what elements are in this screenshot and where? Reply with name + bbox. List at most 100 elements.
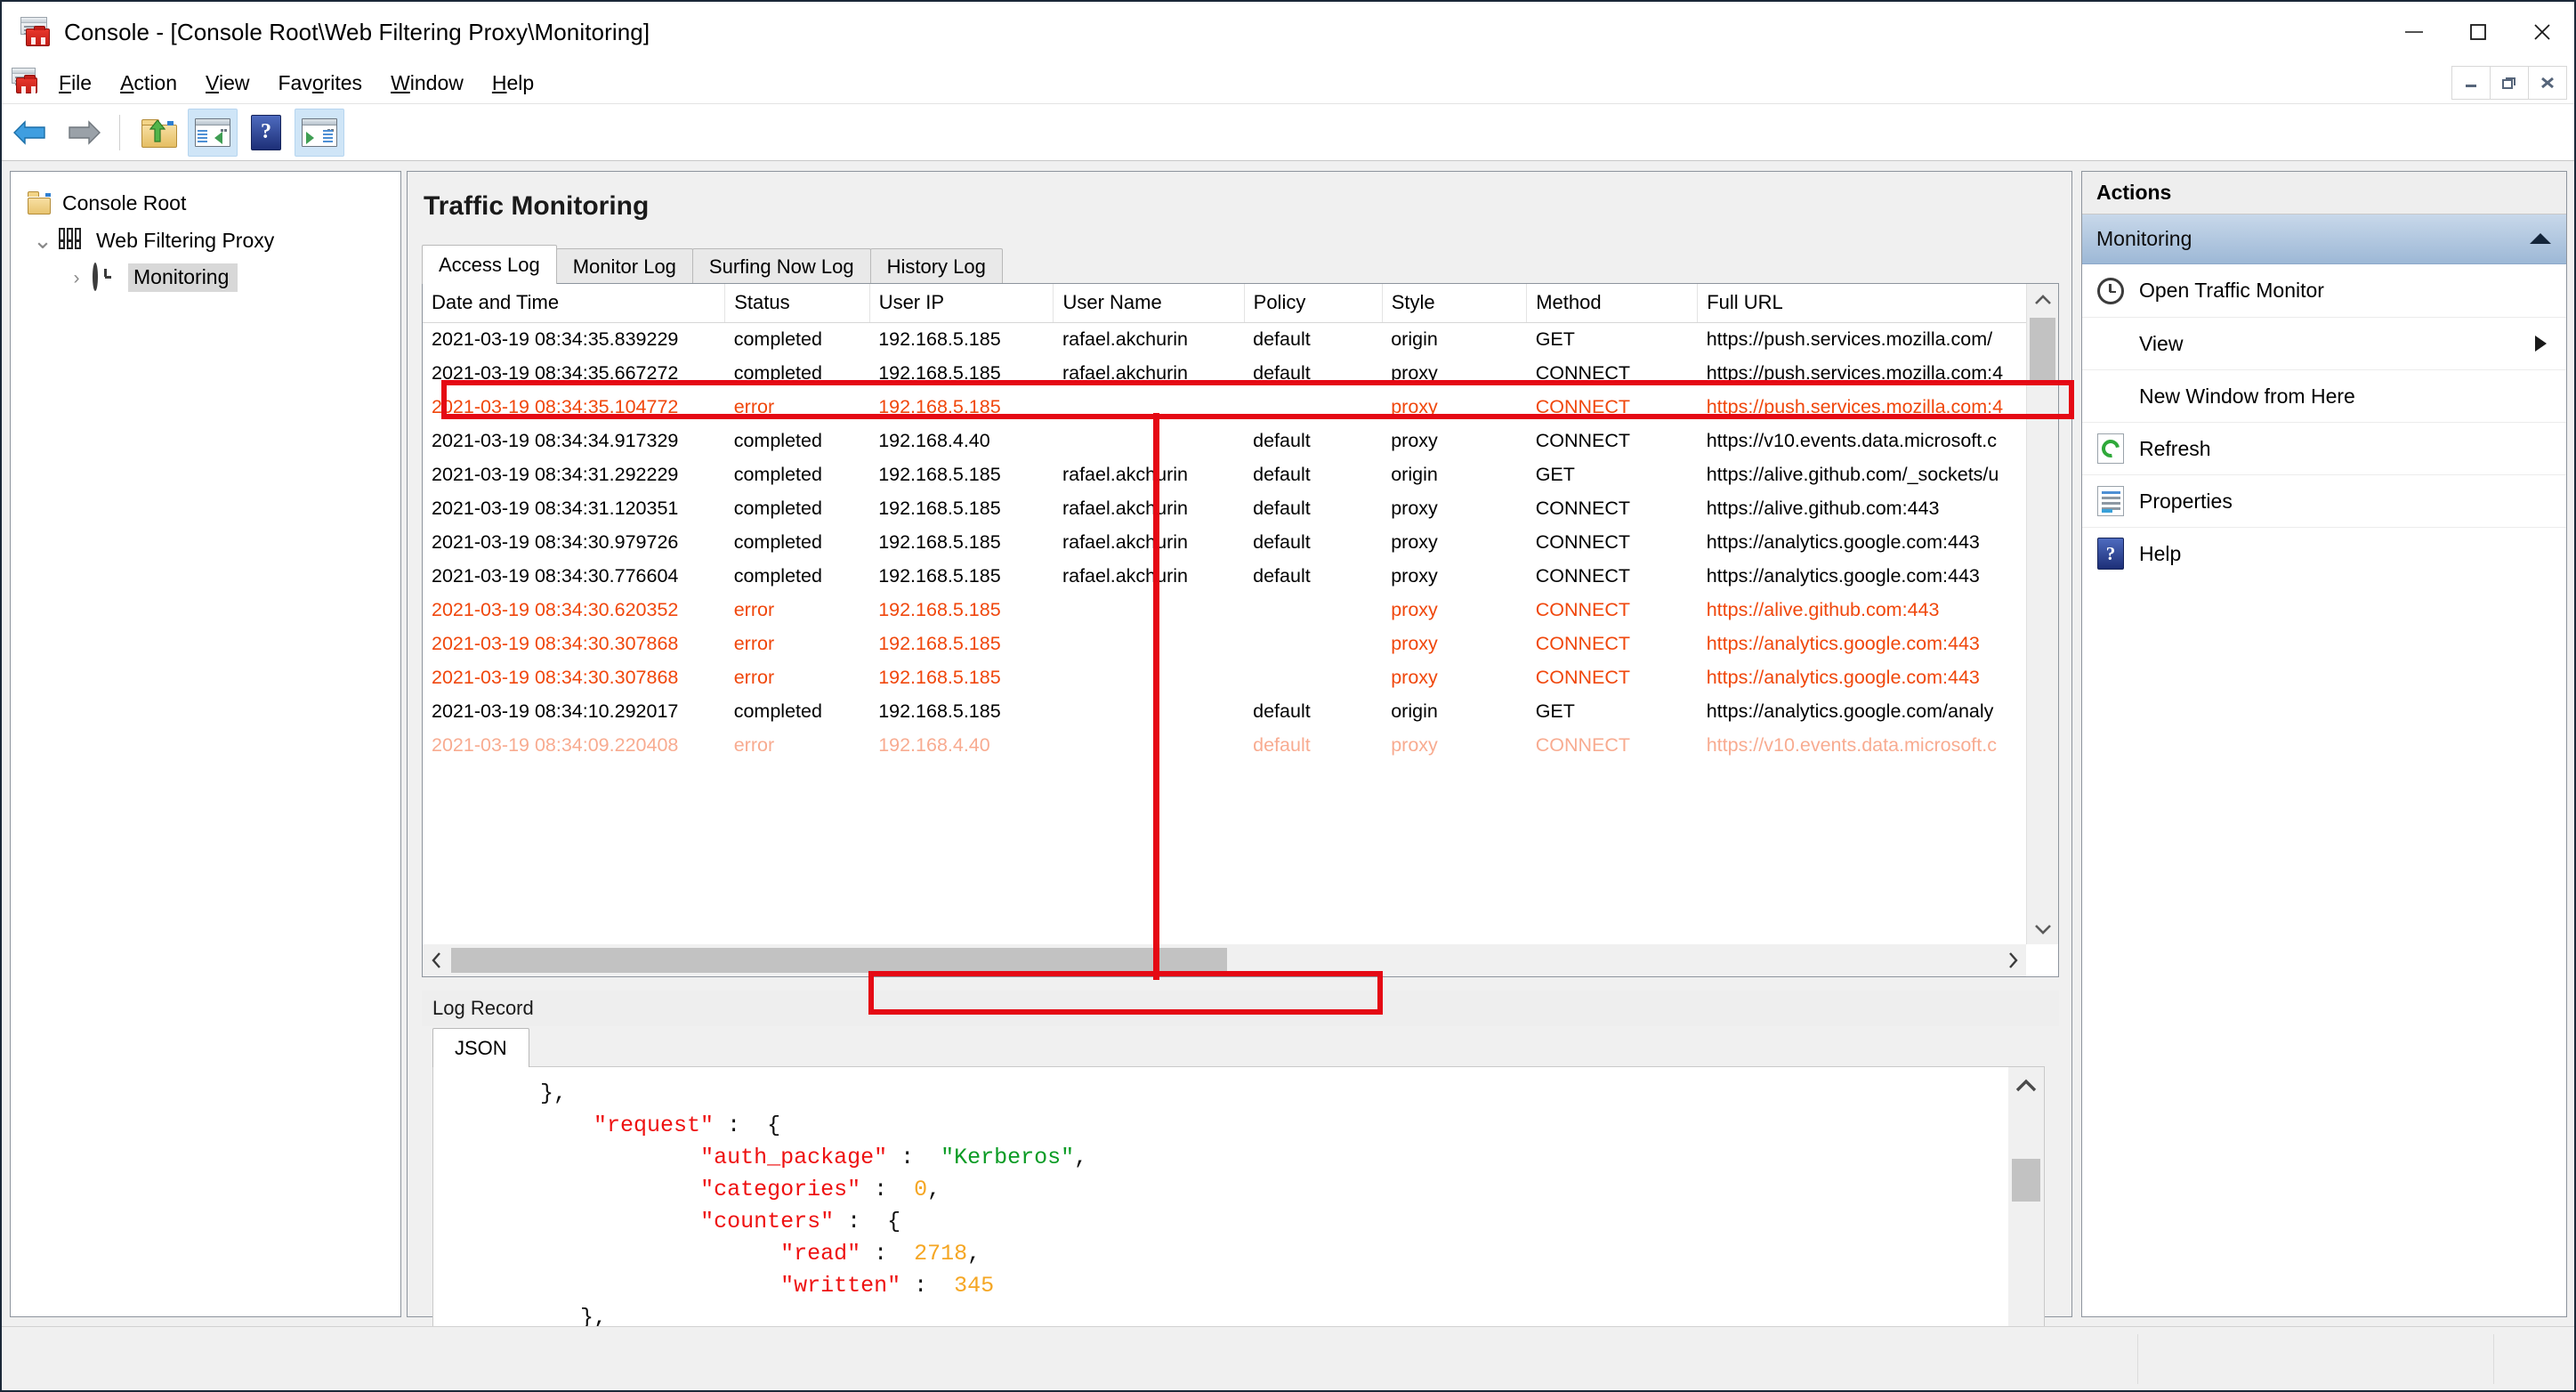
- forward-button[interactable]: [59, 109, 109, 157]
- cell-url: https://push.services.mozilla.com:4: [1706, 396, 2004, 417]
- col-user-ip[interactable]: User IP: [869, 284, 1054, 323]
- cell-user-name: [1054, 425, 1244, 458]
- action-open-traffic-monitor[interactable]: Open Traffic Monitor: [2082, 264, 2566, 317]
- grid-scroll-thumb[interactable]: [2030, 318, 2055, 384]
- cell-method: CONNECT: [1535, 599, 1630, 620]
- action-label: Properties: [2139, 489, 2233, 513]
- col-user-name[interactable]: User Name: [1053, 284, 1245, 323]
- tree-node-web-filtering-proxy[interactable]: ⌄ Web Filtering Proxy: [11, 222, 400, 259]
- minimize-button[interactable]: [2382, 2, 2446, 62]
- tab-monitor-log[interactable]: Monitor Log: [555, 248, 693, 284]
- cell-style: proxy: [1391, 531, 1438, 553]
- col-full-url[interactable]: Full URL: [1697, 284, 2026, 323]
- col-status[interactable]: Status: [724, 284, 870, 323]
- table-row[interactable]: 2021-03-19 08:34:30.979726 completed 192.1…: [423, 526, 2026, 560]
- grid-hscroll-thumb[interactable]: [451, 948, 1227, 973]
- menu-file[interactable]: File: [44, 68, 106, 99]
- cell-policy: [1244, 391, 1382, 425]
- cell-status: error: [733, 396, 775, 417]
- scroll-left-icon[interactable]: [423, 944, 449, 976]
- cell-user-ip: 192.168.5.185: [878, 396, 1001, 417]
- show-hide-action-pane-button[interactable]: [295, 108, 344, 157]
- show-hide-console-tree-button[interactable]: [188, 108, 238, 157]
- cell-datetime: 2021-03-19 08:34:30.307868: [432, 633, 679, 654]
- cell-datetime: 2021-03-19 08:34:09.220408: [432, 734, 679, 756]
- mdi-minimize-button[interactable]: [2451, 66, 2491, 100]
- menu-window[interactable]: Window: [376, 68, 478, 99]
- table-row[interactable]: 2021-03-19 08:34:10.292017 completed 192.1…: [423, 695, 2026, 729]
- cell-policy: default: [1253, 362, 1311, 384]
- action-help[interactable]: ? Help: [2082, 527, 2566, 579]
- table-row[interactable]: 2021-03-19 08:34:34.917329 completed 192.1…: [423, 425, 2026, 458]
- table-row[interactable]: 2021-03-19 08:34:30.776604 completed 192.1…: [423, 560, 2026, 594]
- action-label: New Window from Here: [2139, 384, 2355, 408]
- help-button[interactable]: ?: [241, 109, 291, 157]
- table-row[interactable]: 2021-03-19 08:34:35.839229 completed 192.1…: [423, 323, 2026, 357]
- table-row[interactable]: 2021-03-19 08:34:09.220408 error 192.168.4…: [423, 729, 2026, 763]
- cell-user-ip: 192.168.5.185: [878, 464, 1001, 485]
- actions-group-monitoring[interactable]: Monitoring: [2082, 214, 2566, 264]
- tree-node-monitoring[interactable]: › Monitoring: [11, 259, 400, 296]
- cell-policy: default: [1253, 700, 1311, 722]
- action-refresh[interactable]: Refresh: [2082, 422, 2566, 474]
- cell-user-name: rafael.akchurin: [1062, 565, 1188, 587]
- col-method[interactable]: Method: [1526, 284, 1699, 323]
- forward-arrow-icon: [66, 118, 101, 147]
- grid-vertical-scrollbar[interactable]: [2026, 284, 2058, 944]
- tree-node-console-root[interactable]: Console Root: [11, 184, 400, 222]
- cell-datetime: 2021-03-19 08:34:35.667272: [432, 362, 679, 384]
- json-line: "written" : 345: [780, 1273, 995, 1299]
- mdi-child-controls: [2451, 66, 2567, 100]
- chevron-right-icon[interactable]: ›: [61, 269, 93, 287]
- cell-status: error: [733, 633, 775, 654]
- maximize-button[interactable]: [2446, 2, 2510, 62]
- json-scroll-thumb[interactable]: [2012, 1159, 2040, 1202]
- table-row[interactable]: 2021-03-19 08:34:31.292229 completed 192.1…: [423, 458, 2026, 492]
- tree-node-label: Console Root: [62, 190, 187, 214]
- back-button[interactable]: [5, 109, 55, 157]
- col-policy[interactable]: Policy: [1244, 284, 1383, 323]
- table-row[interactable]: 2021-03-19 08:34:31.120351 completed 192.1…: [423, 492, 2026, 526]
- cell-policy: default: [1253, 498, 1311, 519]
- mdi-restore-button[interactable]: [2490, 66, 2529, 100]
- chevron-up-icon[interactable]: [2529, 227, 2552, 251]
- scroll-up-icon[interactable]: [2027, 284, 2059, 314]
- action-properties[interactable]: Properties: [2082, 474, 2566, 527]
- window-title: Console - [Console Root\Web Filtering Pr…: [64, 18, 650, 45]
- menu-view[interactable]: View: [191, 68, 263, 99]
- action-view[interactable]: View: [2082, 317, 2566, 369]
- table-row[interactable]: 2021-03-19 08:34:30.307868 error 192.168.5…: [423, 661, 2026, 695]
- scroll-down-icon[interactable]: [2027, 914, 2059, 944]
- cell-status: completed: [733, 700, 822, 722]
- tab-access-log[interactable]: Access Log: [422, 245, 557, 284]
- cell-url: https://v10.events.data.microsoft.c: [1706, 430, 1997, 451]
- menu-action[interactable]: Action: [106, 68, 191, 99]
- cell-url: https://alive.github.com/_sockets/u: [1706, 464, 1999, 485]
- close-button[interactable]: [2510, 2, 2574, 62]
- tab-surfing-now-log[interactable]: Surfing Now Log: [691, 248, 871, 284]
- menu-favorites[interactable]: Favorites: [263, 68, 376, 99]
- scroll-up-icon[interactable]: [2008, 1067, 2044, 1103]
- json-line: "request" : {: [594, 1113, 781, 1138]
- col-date-and-time[interactable]: Date and Time: [423, 284, 726, 323]
- mdi-close-button[interactable]: [2528, 66, 2567, 100]
- tab-json[interactable]: JSON: [432, 1028, 529, 1067]
- table-row[interactable]: 2021-03-19 08:34:35.667272 completed 192.1…: [423, 357, 2026, 391]
- cell-user-ip: 192.168.5.185: [878, 599, 1001, 620]
- mmc-document-icon: [11, 67, 39, 100]
- table-row[interactable]: 2021-03-19 08:34:30.620352 error 192.168.5…: [423, 594, 2026, 627]
- table-row[interactable]: 2021-03-19 08:34:35.104772 error 192.168.5…: [423, 391, 2026, 425]
- menu-help[interactable]: Help: [478, 68, 548, 99]
- table-row[interactable]: 2021-03-19 08:34:30.307868 error 192.168.5…: [423, 627, 2026, 661]
- chevron-down-icon[interactable]: ⌄: [27, 229, 59, 252]
- grid-horizontal-scrollbar[interactable]: [423, 944, 2026, 976]
- page-title: Traffic Monitoring: [424, 191, 650, 221]
- action-new-window-from-here[interactable]: New Window from Here: [2082, 369, 2566, 422]
- col-style[interactable]: Style: [1382, 284, 1528, 323]
- tab-history-log[interactable]: History Log: [869, 248, 1003, 284]
- cell-url: https://alive.github.com:443: [1706, 599, 1940, 620]
- up-one-level-button[interactable]: [134, 109, 184, 157]
- window-controls: [2382, 2, 2574, 62]
- scroll-right-icon[interactable]: [1999, 944, 2026, 976]
- cell-user-ip: 192.168.5.185: [878, 531, 1001, 553]
